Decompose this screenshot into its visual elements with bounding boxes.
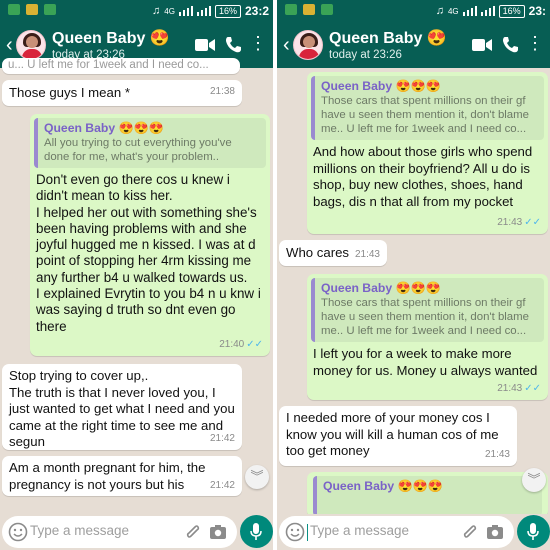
emoji-icon[interactable] bbox=[285, 522, 305, 542]
message-bubble[interactable]: Queen Baby 😍😍😍 All you trying to cut eve… bbox=[30, 114, 270, 356]
clock: 23:2 bbox=[244, 4, 269, 18]
contact-name[interactable]: Queen Baby 😍 bbox=[52, 28, 170, 48]
mic-button[interactable] bbox=[240, 515, 273, 548]
emoji-icon[interactable] bbox=[8, 522, 28, 542]
last-seen: today at 23:26 bbox=[329, 49, 402, 61]
message-time: 21:43 ✓✓ bbox=[497, 216, 541, 228]
message-box[interactable] bbox=[279, 516, 514, 548]
clock: 23: bbox=[528, 4, 546, 18]
scroll-down-button[interactable]: ︾ bbox=[245, 465, 269, 489]
quote-author: Queen Baby 😍😍😍 bbox=[323, 479, 444, 493]
notification-icon bbox=[321, 4, 333, 15]
quoted-message[interactable]: Queen Baby 😍😍😍 bbox=[313, 476, 542, 516]
network-label: 4G bbox=[164, 6, 175, 16]
more-options-icon[interactable]: ⋮ bbox=[526, 34, 544, 52]
video-call-icon[interactable] bbox=[195, 38, 215, 52]
quote-text: Those cars that spent millions on their … bbox=[321, 297, 529, 337]
message-bubble-cut[interactable]: Queen Baby 😍😍😍 bbox=[307, 472, 548, 518]
message-input[interactable] bbox=[30, 523, 150, 538]
mic-button[interactable] bbox=[517, 515, 550, 548]
composer bbox=[0, 514, 273, 550]
read-ticks-icon: ✓✓ bbox=[524, 382, 541, 394]
message-bubble[interactable]: Queen Baby 😍😍😍 Those cars that spent mil… bbox=[307, 274, 548, 400]
quote-author: Queen Baby 😍😍😍 bbox=[321, 281, 442, 295]
signal-icon bbox=[196, 6, 211, 16]
back-arrow-icon[interactable]: ‹ bbox=[283, 35, 290, 55]
message-bubble[interactable]: I needed more of your money cos I know y… bbox=[279, 406, 517, 466]
network-label: 4G bbox=[447, 6, 459, 16]
message-time: 21:43 bbox=[354, 248, 380, 260]
quote-author: Queen Baby 😍😍😍 bbox=[44, 121, 165, 135]
battery-indicator: 16% bbox=[498, 4, 525, 18]
message-text: I needed more of your money cos I know y… bbox=[286, 410, 499, 458]
notification-icon bbox=[303, 4, 315, 15]
message-bubble[interactable]: Who cares 21:43 bbox=[279, 240, 387, 266]
message-time: 21:42 bbox=[209, 479, 235, 491]
message-text: Am a month pregnant for him, the pregnan… bbox=[9, 460, 206, 492]
message-bubble[interactable]: Stop trying to cover up,. The truth is t… bbox=[2, 364, 242, 450]
quoted-message[interactable]: Queen Baby 😍😍😍 Those cars that spent mil… bbox=[311, 278, 544, 342]
quote-text: All you trying to cut everything you've … bbox=[44, 137, 232, 163]
avatar[interactable] bbox=[293, 30, 323, 60]
read-ticks-icon: ✓✓ bbox=[246, 338, 263, 350]
attach-icon[interactable] bbox=[185, 523, 201, 541]
more-options-icon[interactable]: ⋮ bbox=[249, 34, 267, 52]
composer bbox=[277, 514, 550, 550]
status-bar: ♫ 4G 16% 23:2 bbox=[0, 0, 273, 22]
message-text: Those guys I mean * bbox=[9, 85, 130, 100]
camera-icon[interactable] bbox=[486, 524, 504, 540]
message-time: 21:43 bbox=[484, 448, 510, 460]
message-time: 21:38 bbox=[209, 85, 235, 97]
signal-icon bbox=[178, 6, 193, 16]
message-bubble[interactable]: Queen Baby 😍😍😍 Those cars that spent mil… bbox=[307, 72, 548, 234]
scroll-down-button[interactable]: ︾ bbox=[522, 468, 546, 492]
quote-author: Queen Baby 😍😍😍 bbox=[321, 79, 442, 93]
message-list[interactable]: Queen Baby 😍😍😍 Those cars that spent mil… bbox=[277, 68, 550, 518]
message-list[interactable]: u... U left me for 1week and I need co..… bbox=[0, 58, 273, 514]
signal-icon bbox=[462, 6, 477, 16]
left-screenshot: ♫ 4G 16% 23:2 ‹ Queen Baby 😍 today at 23… bbox=[0, 0, 273, 550]
headphones-icon: ♫ bbox=[152, 5, 161, 17]
contact-name[interactable]: Queen Baby 😍 bbox=[329, 28, 447, 48]
signal-icon bbox=[480, 6, 495, 16]
text-cursor bbox=[307, 524, 308, 541]
phone-icon[interactable] bbox=[502, 36, 518, 53]
message-time: 21:40 ✓✓ bbox=[219, 338, 263, 350]
message-text: Stop trying to cover up,. The truth is t… bbox=[9, 368, 235, 449]
message-bubble[interactable]: Those guys I mean * 21:38 bbox=[2, 80, 242, 106]
camera-icon[interactable] bbox=[209, 524, 227, 540]
message-text: Don't even go there cos u knew i didn't … bbox=[36, 172, 261, 334]
quoted-message[interactable]: Queen Baby 😍😍😍 Those cars that spent mil… bbox=[311, 76, 544, 140]
read-ticks-icon: ✓✓ bbox=[524, 216, 541, 228]
phone-icon[interactable] bbox=[225, 36, 241, 53]
quoted-message[interactable]: Queen Baby 😍😍😍 All you trying to cut eve… bbox=[34, 118, 266, 168]
attach-icon[interactable] bbox=[462, 523, 478, 541]
mic-icon bbox=[250, 523, 262, 540]
headphones-icon: ♫ bbox=[435, 5, 444, 17]
video-call-icon[interactable] bbox=[472, 38, 492, 52]
message-time: 21:43 ✓✓ bbox=[497, 382, 541, 394]
notification-icon bbox=[285, 4, 297, 15]
right-screenshot: ♫ 4G 16% 23: ‹ Queen Baby 😍 today at 23:… bbox=[277, 0, 550, 550]
notification-icon bbox=[44, 4, 56, 15]
message-text: I left you for a week to make more money… bbox=[313, 346, 538, 378]
notification-icon bbox=[8, 4, 20, 15]
quote-text: Those cars that spent millions on their … bbox=[321, 95, 529, 135]
mic-icon bbox=[527, 523, 539, 540]
avatar[interactable] bbox=[16, 30, 46, 60]
back-arrow-icon[interactable]: ‹ bbox=[6, 35, 13, 55]
status-bar: ♫ 4G 16% 23: bbox=[277, 0, 550, 22]
message-bubble-cut[interactable]: u... U left me for 1week and I need co..… bbox=[2, 58, 240, 74]
message-text: And how about those girls who spend mill… bbox=[313, 144, 533, 209]
message-time: 21:42 bbox=[209, 432, 235, 444]
battery-indicator: 16% bbox=[214, 4, 241, 18]
message-bubble[interactable]: Am a month pregnant for him, the pregnan… bbox=[2, 456, 242, 496]
notification-icon bbox=[26, 4, 38, 15]
message-box[interactable] bbox=[2, 516, 237, 548]
message-input[interactable] bbox=[310, 523, 430, 538]
chat-header[interactable]: ‹ Queen Baby 😍 today at 23:26 ⋮ bbox=[277, 22, 550, 68]
